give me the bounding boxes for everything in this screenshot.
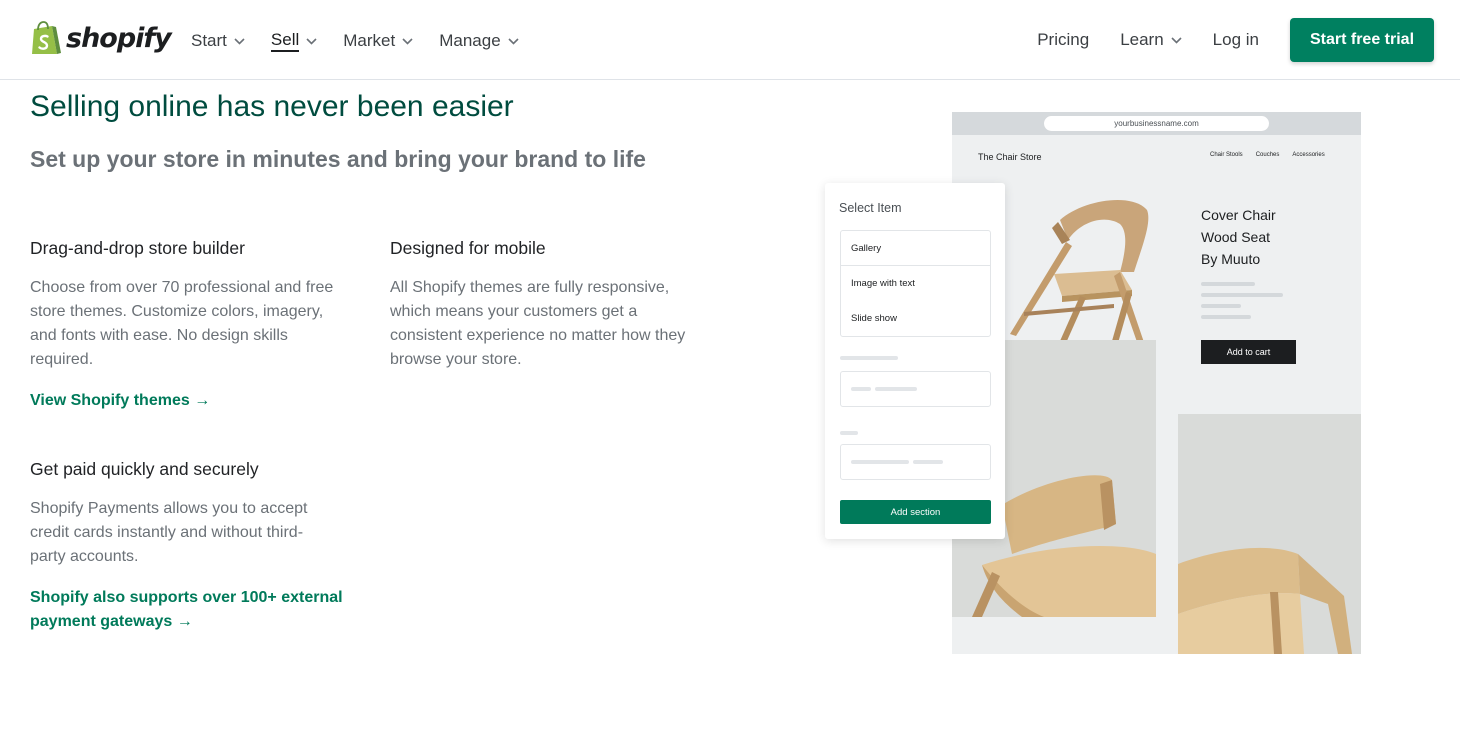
nav-sell[interactable]: Sell	[270, 28, 317, 54]
feature-title: Get paid quickly and securely	[30, 459, 259, 479]
placeholder-bar	[875, 387, 917, 391]
chair-image-right	[1178, 547, 1352, 654]
nav-market-label: Market	[343, 31, 396, 50]
add-section-button[interactable]: Add section	[840, 500, 991, 524]
browser-url-bar: yourbusinessname.com	[952, 112, 1361, 135]
start-free-trial-button[interactable]: Start free trial	[1290, 18, 1434, 62]
store-name: The Chair Store	[978, 152, 1042, 162]
view-themes-link-text: View Shopify themes	[30, 392, 190, 409]
pricing-link[interactable]: Pricing	[1037, 30, 1089, 50]
placeholder-line	[1201, 315, 1251, 319]
nav-manage[interactable]: Manage	[439, 28, 519, 54]
chair-photo-right	[1178, 414, 1361, 654]
login-link[interactable]: Log in	[1213, 30, 1259, 50]
section-option-slide-show[interactable]: Slide show	[841, 301, 990, 336]
main-nav: Start Sell Market Manage	[191, 28, 545, 54]
section-option-gallery[interactable]: Gallery	[841, 231, 990, 266]
view-themes-link[interactable]: View Shopify themes →	[30, 389, 210, 413]
url-pill: yourbusinessname.com	[1044, 116, 1269, 131]
placeholder-line	[1201, 304, 1241, 308]
section-option-image-with-text[interactable]: Image with text	[841, 266, 990, 301]
shopify-bag-icon	[32, 21, 61, 54]
payment-gateways-link-line1: Shopify also supports over 100+ external	[30, 589, 343, 606]
store-nav: Chair Stools Couches Accessories	[1210, 152, 1338, 158]
panel-title: Select Item	[839, 201, 902, 215]
payment-gateways-link[interactable]: Shopify also supports over 100+ external…	[30, 586, 343, 634]
feature-payments: Get paid quickly and securely Shopify Pa…	[30, 459, 330, 569]
placeholder-bar	[851, 460, 909, 464]
feature-store-builder: Drag-and-drop store builder Choose from …	[30, 238, 350, 372]
placeholder-line	[1201, 282, 1255, 286]
nav-start-label: Start	[191, 31, 227, 50]
learn-label: Learn	[1120, 30, 1164, 49]
chevron-down-icon	[508, 37, 519, 45]
arrow-right-icon: →	[194, 392, 211, 409]
theme-editor-panel: Select Item Gallery Image with text Slid…	[825, 183, 1005, 539]
learn-menu[interactable]: Learn	[1120, 30, 1182, 50]
nav-manage-label: Manage	[439, 31, 501, 50]
feature-mobile: Designed for mobile All Shopify themes a…	[390, 238, 710, 372]
add-to-cart-button[interactable]: Add to cart	[1201, 340, 1296, 364]
page-headline: Selling online has never been easier	[30, 90, 514, 123]
right-nav: Pricing Learn Log in Start free trial	[1037, 18, 1434, 62]
feature-body: Choose from over 70 professional and fre…	[30, 279, 334, 368]
top-navigation-bar: shopify Start Sell Market Manage Pricing…	[0, 0, 1460, 80]
feature-title: Designed for mobile	[390, 238, 546, 258]
feature-body: All Shopify themes are fully responsive,…	[390, 279, 686, 368]
product-title-line: Cover Chair	[1201, 207, 1276, 223]
store-nav-item: Couches	[1255, 152, 1280, 158]
product-title-line: By Muuto	[1201, 251, 1261, 267]
chevron-down-icon	[234, 37, 245, 45]
store-preview-mockup: yourbusinessname.com The Chair Store Cha…	[952, 112, 1361, 654]
feature-title: Drag-and-drop store builder	[30, 238, 245, 258]
placeholder-line	[1201, 293, 1283, 297]
placeholder-bar	[840, 356, 898, 360]
feature-body: Shopify Payments allows you to accept cr…	[30, 500, 308, 565]
payment-gateways-link-line2: payment gateways	[30, 613, 173, 630]
placeholder-field	[840, 371, 991, 407]
product-title-line: Wood Seat	[1201, 229, 1271, 245]
chevron-down-icon	[402, 37, 413, 45]
placeholder-bar	[851, 387, 871, 391]
section-list: Gallery Image with text Slide show	[840, 230, 991, 337]
nav-sell-label: Sell	[270, 30, 300, 52]
nav-market[interactable]: Market	[343, 28, 413, 54]
product-title: Cover Chair Wood Seat By Muuto	[1201, 204, 1321, 270]
nav-start[interactable]: Start	[191, 28, 245, 54]
logo-wordmark: shopify	[66, 23, 172, 54]
chevron-down-icon	[1171, 36, 1182, 44]
placeholder-field	[840, 444, 991, 480]
chevron-down-icon	[306, 37, 317, 45]
shopify-logo[interactable]: shopify	[30, 21, 172, 57]
page-subheadline: Set up your store in minutes and bring y…	[30, 146, 646, 172]
placeholder-bar	[913, 460, 943, 464]
store-nav-item: Chair Stools	[1210, 152, 1243, 158]
store-nav-item: Accessories	[1292, 152, 1325, 158]
placeholder-bar	[840, 431, 858, 435]
arrow-right-icon: →	[176, 613, 193, 630]
